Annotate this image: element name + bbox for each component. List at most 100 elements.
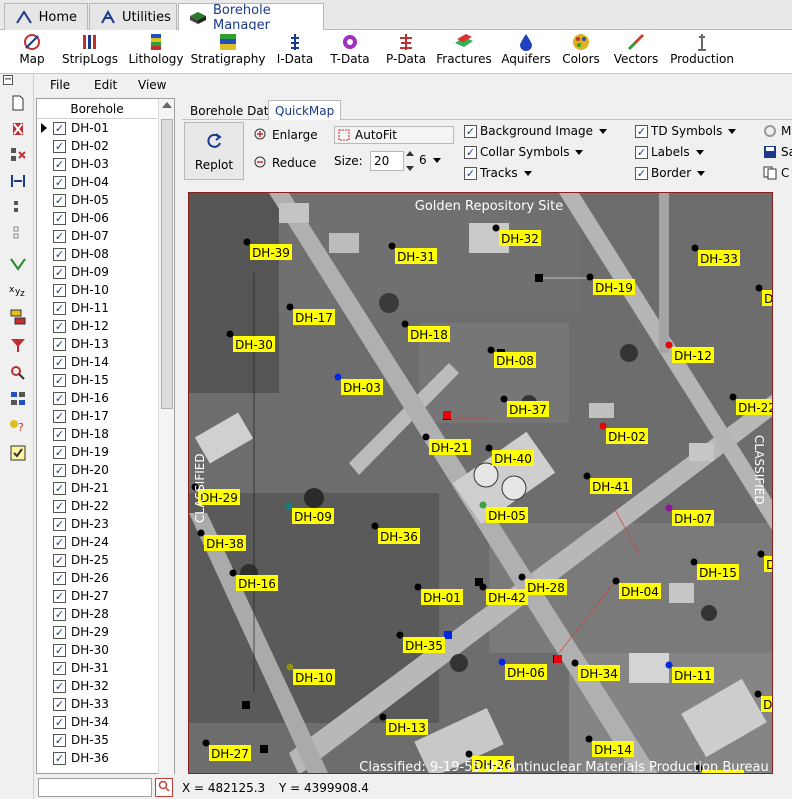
list-item[interactable]: ✓ DH-19 (37, 443, 157, 461)
borehole-checkbox[interactable]: ✓ (53, 283, 66, 297)
list-item[interactable]: ✓ DH-21 (37, 479, 157, 497)
borehole-checkbox[interactable]: ✓ (53, 589, 66, 603)
delete-selected-icon[interactable] (9, 146, 27, 164)
stratigraphy-button[interactable]: Stratigraphy (191, 32, 265, 66)
collar-dot[interactable] (285, 502, 293, 510)
collar-dot[interactable] (599, 422, 607, 430)
replot-button[interactable]: Replot (184, 122, 244, 180)
grid-icon[interactable] (9, 198, 27, 216)
background-image-option[interactable]: ✓ Background Image (464, 124, 607, 138)
borehole-checkbox[interactable]: ✓ (53, 553, 66, 567)
borehole-checkbox[interactable]: ✓ (53, 571, 66, 585)
borehole-label[interactable]: DH-34 (578, 665, 620, 681)
borehole-search-input[interactable] (38, 778, 152, 797)
reduce-button[interactable]: Reduce (254, 156, 316, 170)
collar-dot[interactable] (479, 501, 487, 509)
aquifers-button[interactable]: Aquifers (500, 32, 552, 66)
td-symbols-checkbox[interactable]: ✓ (635, 124, 648, 138)
borehole-label[interactable]: DH-24 (761, 696, 773, 712)
list-item[interactable]: ✓ DH-09 (37, 263, 157, 281)
borehole-label[interactable]: DH-21 (429, 439, 471, 455)
borehole-checkbox[interactable]: ✓ (53, 535, 66, 549)
list-item[interactable]: ✓ DH-33 (37, 695, 157, 713)
list-item[interactable]: ✓ DH-03 (37, 155, 157, 173)
collar-dot[interactable] (286, 303, 294, 311)
borehole-label[interactable]: DH-02 (606, 428, 648, 444)
map-settings-button[interactable]: M (763, 124, 791, 138)
list-item[interactable]: ✓ DH-11 (37, 299, 157, 317)
borehole-label[interactable]: DH-42 (486, 589, 528, 605)
filter-icon[interactable] (9, 336, 27, 354)
borehole-label[interactable]: DH-40 (492, 450, 534, 466)
collar-dot[interactable] (202, 739, 210, 747)
collar-dot[interactable] (388, 242, 396, 250)
borehole-label[interactable]: DH-31 (395, 248, 437, 264)
edit-menu[interactable]: Edit (94, 78, 117, 92)
borehole-checkbox[interactable]: ✓ (53, 409, 66, 423)
lithology-button[interactable]: Lithology (128, 32, 184, 66)
list-item[interactable]: ✓ DH-36 (37, 749, 157, 767)
borehole-checkbox[interactable]: ✓ (53, 319, 66, 333)
scrollbar-thumb[interactable] (161, 119, 173, 409)
i-data-button[interactable]: I-Data (274, 32, 316, 66)
borehole-label[interactable]: DH-12 (672, 347, 714, 363)
enlarge-button[interactable]: Enlarge (254, 128, 318, 142)
find-icon[interactable] (9, 364, 27, 382)
save-button[interactable]: Sa (763, 145, 792, 159)
list-item[interactable]: ✓ DH-13 (37, 335, 157, 353)
borehole-label[interactable]: DH-36 (378, 528, 420, 544)
borehole-label[interactable]: DH-30 (233, 336, 275, 352)
collar-dot[interactable] (465, 750, 473, 758)
borehole-column-header[interactable]: Borehole (37, 99, 157, 119)
quickmap-canvas[interactable]: DH-01 DH-02 DH-03 DH-04 DH-05 DH-06 DH-07 DH-08… (188, 192, 773, 774)
td-symbol[interactable] (535, 274, 543, 282)
collar-dot[interactable] (500, 395, 508, 403)
collar-dot[interactable] (487, 346, 495, 354)
collar-dot[interactable] (571, 659, 579, 667)
borehole-label[interactable]: DH-23 (764, 556, 773, 572)
collar-dot[interactable] (379, 713, 387, 721)
collapse-icon[interactable]: − (3, 75, 13, 85)
borehole-checkbox[interactable]: ✓ (53, 265, 66, 279)
checklist-icon[interactable] (9, 444, 27, 462)
xyz-icon[interactable]: xyz (9, 280, 27, 298)
striplogs-button[interactable]: StripLogs (62, 32, 118, 66)
tab-utilities[interactable]: Utilities (89, 3, 177, 30)
borehole-label[interactable]: DH-27 (209, 745, 251, 761)
td-symbol[interactable] (444, 631, 452, 639)
up-arrow-icon[interactable] (406, 151, 414, 156)
map-button[interactable]: Map (14, 32, 50, 66)
borehole-checkbox[interactable]: ✓ (53, 625, 66, 639)
list-item[interactable]: ✓ DH-20 (37, 461, 157, 479)
borehole-checkbox[interactable]: ✓ (53, 157, 66, 171)
borehole-checkbox[interactable]: ✓ (53, 679, 66, 693)
list-item[interactable]: ✓ DH-15 (37, 371, 157, 389)
query-icon[interactable]: ? (9, 416, 27, 434)
list-item[interactable]: ✓ DH-24 (37, 533, 157, 551)
borehole-label[interactable]: DH-09 (292, 508, 334, 524)
autofit-button[interactable]: AutoFit (334, 126, 454, 144)
borehole-label[interactable]: DH-03 (341, 379, 383, 395)
list-item[interactable]: ✓ DH-16 (37, 389, 157, 407)
borehole-label[interactable]: DH-18 (408, 326, 450, 342)
collar-dot[interactable] (396, 631, 404, 639)
tracks-checkbox[interactable]: ✓ (464, 166, 477, 180)
borehole-checkbox[interactable]: ✓ (53, 427, 66, 441)
list-item[interactable]: ✓ DH-22 (37, 497, 157, 515)
borehole-label[interactable]: DH-35 (403, 637, 445, 653)
collar-dot[interactable] (229, 569, 237, 577)
collar-dot[interactable] (665, 341, 673, 349)
collar-dot[interactable] (197, 529, 205, 537)
borehole-label[interactable]: DH-08 (494, 352, 536, 368)
new-borehole-icon[interactable] (9, 94, 27, 112)
labels-checkbox[interactable]: ✓ (635, 145, 648, 159)
tab-borehole-manager[interactable]: Borehole Manager (178, 3, 324, 33)
collar-dot[interactable] (479, 583, 487, 591)
borehole-checkbox[interactable]: ✓ (53, 193, 66, 207)
collar-dot[interactable] (492, 224, 500, 232)
list-item[interactable]: ✓ DH-25 (37, 551, 157, 569)
collar-dot[interactable] (422, 433, 430, 441)
borehole-checkbox[interactable]: ✓ (53, 517, 66, 531)
file-menu[interactable]: File (50, 78, 70, 92)
borehole-label[interactable]: DH-37 (507, 401, 549, 417)
